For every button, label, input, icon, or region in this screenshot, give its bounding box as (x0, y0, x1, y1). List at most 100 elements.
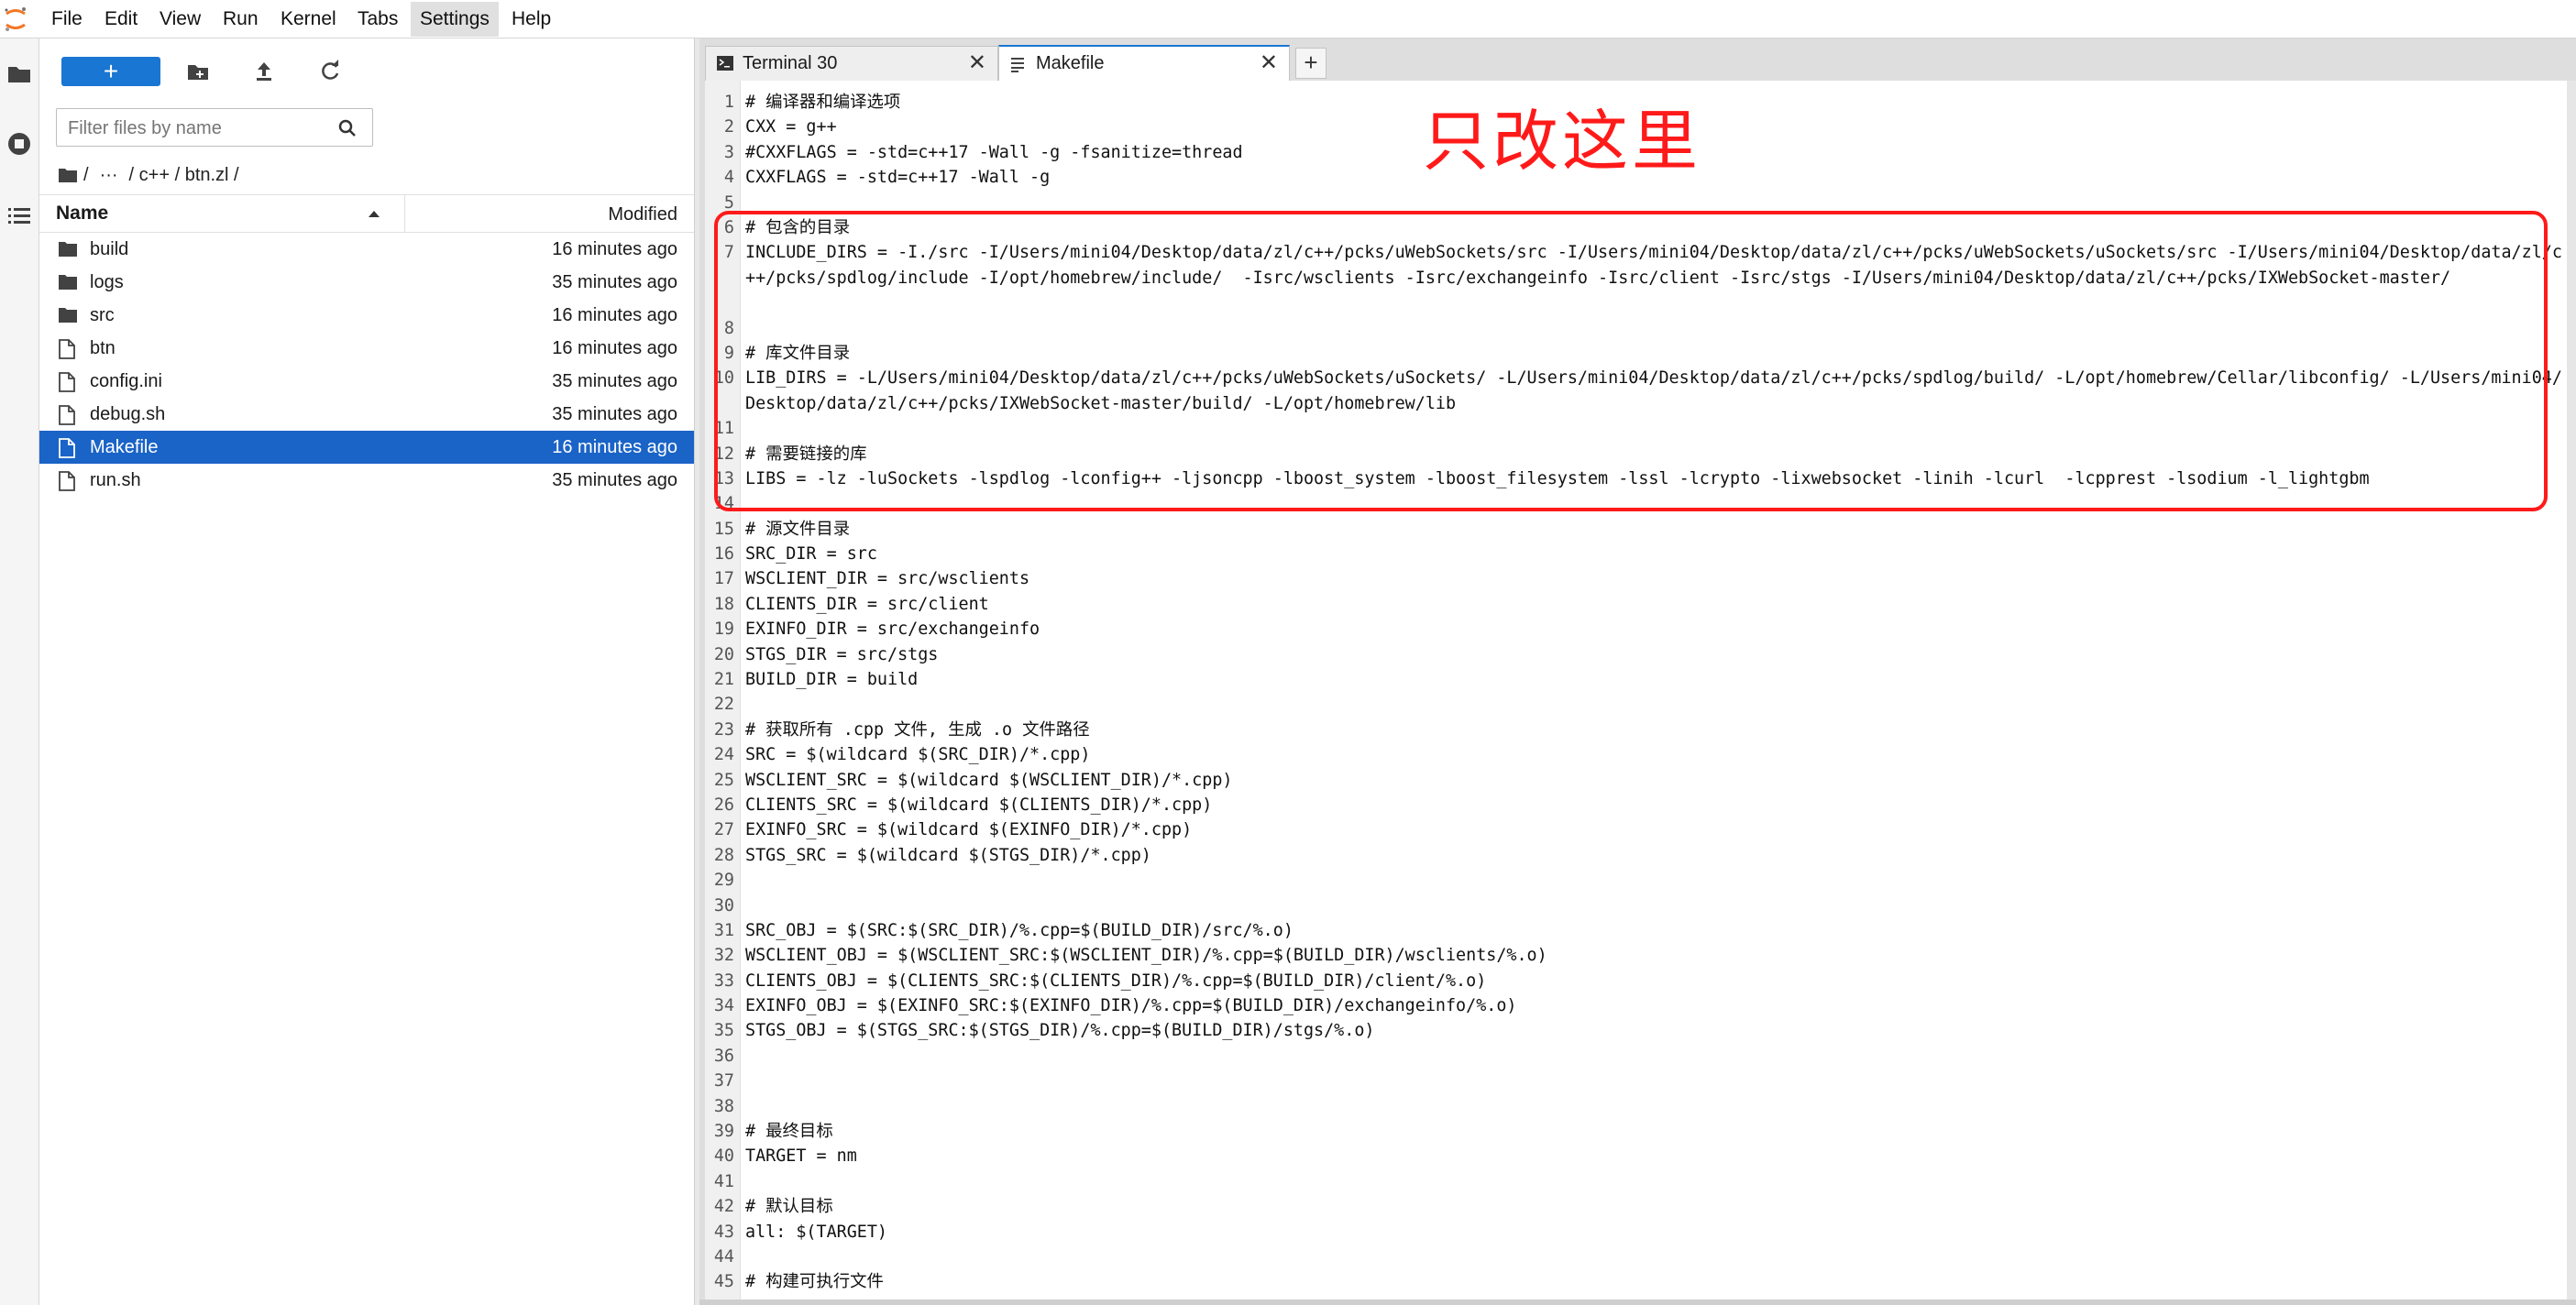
line-text: SRC = $(wildcard $(SRC_DIR)/*.cpp) (745, 745, 1091, 765)
tab-makefile[interactable]: Makefile ✕ (998, 45, 1290, 82)
menu-kernel[interactable]: Kernel (271, 2, 346, 37)
breadcrumb: / ··· / c++ / btn.zl / (58, 159, 239, 191)
menu-view[interactable]: View (150, 2, 210, 37)
code-line: 22 (705, 692, 2570, 717)
file-filter-field[interactable] (56, 108, 373, 147)
line-number: 20 (713, 644, 734, 664)
line-text: # 源文件目录 (745, 519, 851, 539)
close-tab-icon[interactable]: ✕ (1260, 47, 1278, 80)
line-text: EXINFO_OBJ = $(EXINFO_SRC:$(EXINFO_DIR)/… (745, 996, 1517, 1016)
line-text: STGS_OBJ = $(STGS_SRC:$(STGS_DIR)/%.cpp=… (745, 1021, 1375, 1041)
file-modified: 16 minutes ago (552, 338, 677, 358)
line-number: 30 (713, 895, 734, 916)
filter-input[interactable] (66, 114, 326, 143)
line-number: 21 (713, 670, 734, 690)
tab-bar: Terminal 30 ✕ Makefile ✕ + (699, 38, 2576, 82)
breadcrumb-path[interactable]: / c++ / btn.zl / (129, 159, 239, 191)
file-modified: 35 minutes ago (552, 470, 677, 490)
file-modified: 16 minutes ago (552, 239, 677, 259)
line-number: 19 (713, 620, 734, 640)
line-text: CLIENTS_DIR = src/client (745, 594, 989, 614)
menu-tabs[interactable]: Tabs (348, 2, 407, 37)
file-icon (59, 438, 75, 458)
code-line: 41 (705, 1169, 2570, 1194)
file-icon (59, 471, 75, 491)
file-name: btn (90, 338, 116, 358)
file-row-logs[interactable]: logs 35 minutes ago (39, 266, 694, 299)
menu-file[interactable]: File (42, 2, 92, 37)
search-icon (338, 119, 356, 137)
file-modified: 16 minutes ago (552, 437, 677, 457)
line-text: WSCLIENT_SRC = $(wildcard $(WSCLIENT_DIR… (745, 770, 1233, 790)
code-line: 26 CLIENTS_SRC = $(wildcard $(CLIENTS_DIR… (705, 793, 2570, 817)
menu-edit[interactable]: Edit (95, 2, 147, 37)
menu-run[interactable]: Run (214, 2, 268, 37)
code-line: 44 (705, 1245, 2570, 1269)
line-text: WSCLIENT_OBJ = $(WSCLIENT_SRC:$(WSCLIENT… (745, 946, 1547, 966)
file-row-run-sh[interactable]: run.sh 35 minutes ago (39, 464, 694, 497)
line-number: 25 (713, 770, 734, 790)
annotation-label: 只改这里 (1423, 105, 1702, 179)
new-folder-icon[interactable] (184, 57, 212, 86)
code-line: 19 EXINFO_DIR = src/exchangeinfo (705, 617, 2570, 642)
file-icon (59, 372, 75, 392)
code-line: 27 EXINFO_SRC = $(wildcard $(EXINFO_DIR)/… (705, 817, 2570, 842)
close-tab-icon[interactable]: ✕ (968, 47, 986, 80)
line-number: 23 (713, 719, 734, 740)
file-row-build[interactable]: build 16 minutes ago (39, 233, 694, 266)
file-row-config-ini[interactable]: config.ini 35 minutes ago (39, 365, 694, 398)
code-line: 42 # 默认目标 (705, 1194, 2570, 1219)
line-text: # 最终目标 (745, 1122, 833, 1142)
line-number: 44 (713, 1247, 734, 1267)
line-text: SRC_OBJ = $(SRC:$(SRC_DIR)/%.cpp=$(BUILD… (745, 920, 1294, 940)
toc-list-icon[interactable] (6, 202, 33, 229)
home-folder-icon[interactable] (58, 167, 78, 183)
line-text: BUILD_DIR = build (745, 670, 919, 690)
sort-ascending-icon[interactable] (368, 209, 380, 218)
line-number: 43 (713, 1222, 734, 1242)
refresh-icon[interactable] (316, 57, 344, 86)
line-number: 29 (713, 871, 734, 891)
code-line: 29 (705, 868, 2570, 893)
code-line: 37 (705, 1069, 2570, 1093)
line-number: 16 (713, 544, 734, 565)
tab-terminal-30[interactable]: Terminal 30 ✕ (705, 46, 998, 81)
code-line: 31 SRC_OBJ = $(SRC:$(SRC_DIR)/%.cpp=$(BUI… (705, 918, 2570, 943)
line-text: STGS_SRC = $(wildcard $(STGS_DIR)/*.cpp) (745, 845, 1151, 865)
breadcrumb-root[interactable]: / (83, 159, 89, 191)
code-line: 24 SRC = $(wildcard $(SRC_DIR)/*.cpp) (705, 742, 2570, 767)
menu-bar: File Edit View Run Kernel Tabs Settings … (0, 0, 2576, 38)
menu-help[interactable]: Help (502, 2, 560, 37)
file-modified: 35 minutes ago (552, 272, 677, 292)
upload-icon[interactable] (250, 57, 278, 86)
column-divider[interactable] (404, 195, 405, 232)
file-row-debug-sh[interactable]: debug.sh 35 minutes ago (39, 398, 694, 431)
code-line: 36 (705, 1044, 2570, 1069)
line-text: SRC_DIR = src (745, 544, 877, 565)
running-stop-icon[interactable] (6, 130, 33, 158)
code-line: 45 # 构建可执行文件 (705, 1269, 2570, 1294)
file-row-src[interactable]: src 16 minutes ago (39, 299, 694, 332)
new-launcher-button[interactable]: + (61, 57, 160, 86)
folder-icon[interactable] (6, 60, 33, 88)
name-column-header[interactable]: Name (56, 195, 108, 232)
modified-column-header[interactable]: Modified (608, 195, 677, 234)
menu-settings[interactable]: Settings (411, 2, 499, 37)
tab-label: Terminal 30 (743, 53, 838, 73)
add-tab-button[interactable]: + (1295, 48, 1327, 79)
breadcrumb-ellipsis[interactable]: ··· (94, 159, 124, 191)
line-number: 3 (723, 142, 734, 162)
file-modified: 35 minutes ago (552, 371, 677, 391)
line-number: 18 (713, 594, 734, 614)
line-number: 32 (713, 946, 734, 966)
line-number: 27 (713, 820, 734, 840)
file-list-header: Name Modified (39, 194, 694, 233)
file-row-btn[interactable]: btn 16 minutes ago (39, 332, 694, 365)
file-name: logs (90, 272, 124, 292)
line-number: 42 (713, 1197, 734, 1217)
scrollbar-track[interactable] (2567, 81, 2576, 1305)
file-row-makefile[interactable]: Makefile 16 minutes ago (39, 431, 694, 464)
line-number: 38 (713, 1096, 734, 1116)
line-number: 33 (713, 971, 734, 991)
file-browser-panel: + / ··· / c++ / btn.zl / Name Modified (39, 38, 694, 1305)
